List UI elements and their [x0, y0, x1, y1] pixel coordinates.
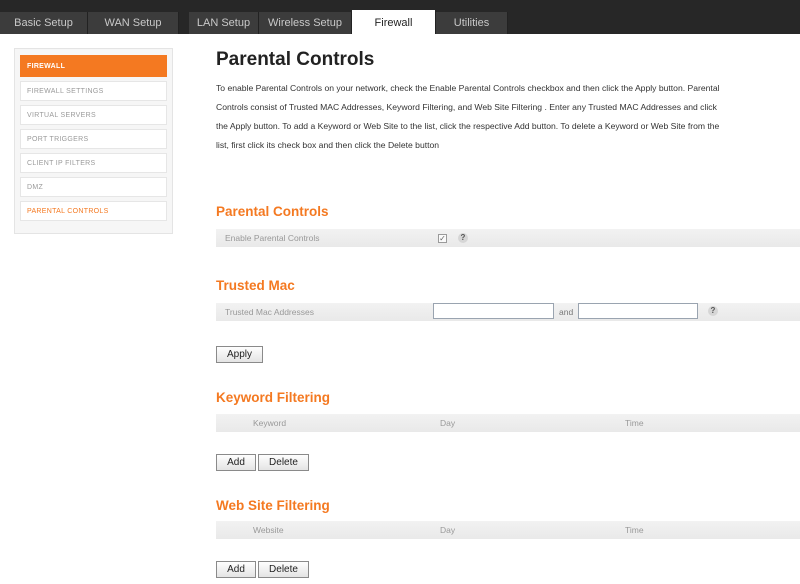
- delete-website-button[interactable]: Delete: [258, 561, 309, 578]
- intro-line: Controls consist of Trusted MAC Addresse…: [216, 102, 717, 112]
- tab-wireless-setup[interactable]: Wireless Setup: [259, 12, 352, 34]
- page-title: Parental Controls: [216, 49, 375, 70]
- tab-utilities[interactable]: Utilities: [436, 12, 508, 34]
- and-label: and: [559, 307, 574, 317]
- enable-parental-row: Enable Parental Controls: [216, 229, 800, 247]
- main-tabs: Basic Setup WAN Setup LAN Setup Wireless…: [0, 10, 508, 34]
- section-title-web-site-filtering: Web Site Filtering: [216, 498, 330, 513]
- tab-wan-setup[interactable]: WAN Setup: [88, 12, 179, 34]
- help-icon[interactable]: ?: [458, 233, 468, 243]
- section-title-keyword-filtering: Keyword Filtering: [216, 390, 331, 405]
- intro-line: the Apply button. To add a Keyword or We…: [216, 121, 720, 131]
- col-day: Day: [440, 525, 456, 535]
- intro-text: To enable Parental Controls on your netw…: [216, 79, 800, 155]
- col-day: Day: [440, 418, 456, 428]
- trusted-mac-input-1[interactable]: [433, 303, 554, 319]
- sidebar: FIREWALL FIREWALL SETTINGS VIRTUAL SERVE…: [14, 48, 173, 234]
- sidebar-item-port-triggers[interactable]: PORT TRIGGERS: [20, 129, 167, 149]
- section-title-trusted-mac: Trusted Mac: [216, 278, 295, 293]
- enable-parental-checkbox[interactable]: ✓: [438, 234, 447, 243]
- apply-button[interactable]: Apply: [216, 346, 263, 363]
- help-icon[interactable]: ?: [708, 306, 718, 316]
- intro-line: To enable Parental Controls on your netw…: [216, 83, 720, 93]
- col-time: Time: [625, 418, 644, 428]
- add-website-button[interactable]: Add: [216, 561, 256, 578]
- col-time: Time: [625, 525, 644, 535]
- tab-lan-setup[interactable]: LAN Setup: [189, 12, 259, 34]
- add-keyword-button[interactable]: Add: [216, 454, 256, 471]
- sidebar-header-firewall[interactable]: FIREWALL: [20, 55, 167, 77]
- sidebar-item-parental-controls[interactable]: PARENTAL CONTROLS: [20, 201, 167, 221]
- tab-basic-setup[interactable]: Basic Setup: [0, 12, 88, 34]
- tab-firewall[interactable]: Firewall: [352, 10, 436, 34]
- col-website: Website: [253, 525, 284, 535]
- enable-parental-label: Enable Parental Controls: [225, 233, 320, 243]
- top-nav-bar: Basic Setup WAN Setup LAN Setup Wireless…: [0, 0, 800, 34]
- main-content: Parental Controls To enable Parental Con…: [216, 46, 800, 155]
- delete-keyword-button[interactable]: Delete: [258, 454, 309, 471]
- sidebar-item-dmz[interactable]: DMZ: [20, 177, 167, 197]
- sidebar-item-firewall-settings[interactable]: FIREWALL SETTINGS: [20, 81, 167, 101]
- intro-line: list, first click its check box and then…: [216, 140, 440, 150]
- trusted-mac-input-2[interactable]: [578, 303, 698, 319]
- keyword-table-header: Keyword Day Time: [216, 414, 800, 432]
- section-title-parental-controls: Parental Controls: [216, 204, 329, 219]
- trusted-mac-label: Trusted Mac Addresses: [225, 307, 314, 317]
- sidebar-item-client-ip-filters[interactable]: CLIENT IP FILTERS: [20, 153, 167, 173]
- col-keyword: Keyword: [253, 418, 287, 428]
- website-table-header: Website Day Time: [216, 521, 800, 539]
- sidebar-item-virtual-servers[interactable]: VIRTUAL SERVERS: [20, 105, 167, 125]
